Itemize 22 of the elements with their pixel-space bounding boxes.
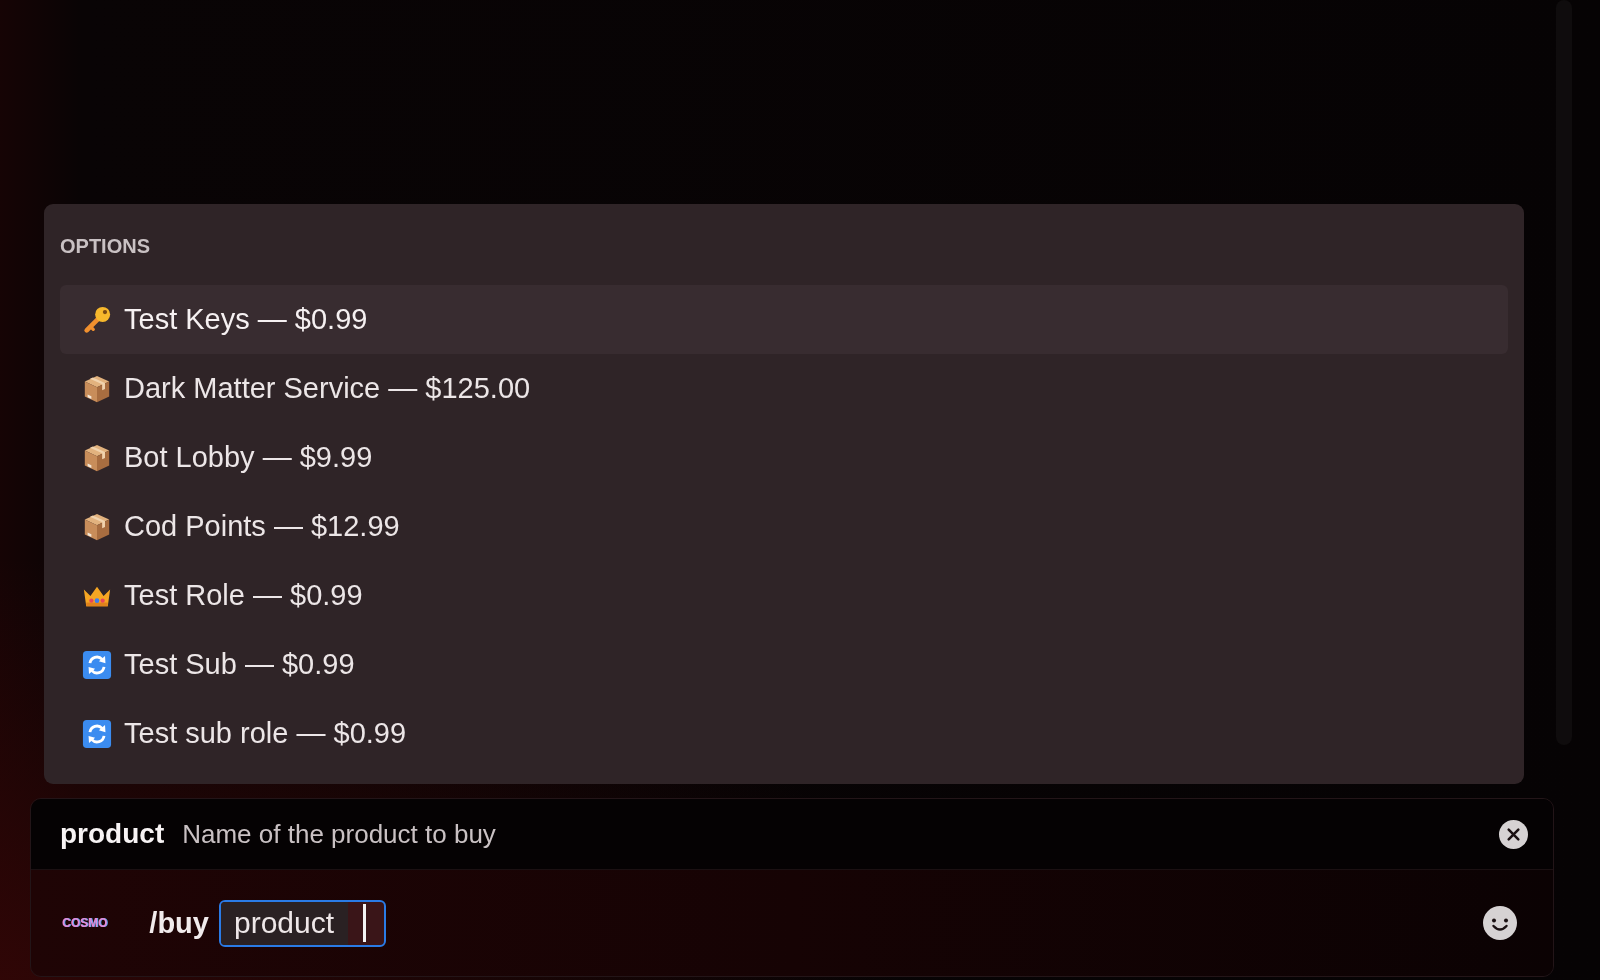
option-item[interactable]: Test Keys — $0.99	[60, 285, 1508, 354]
options-heading: OPTIONS	[60, 234, 150, 258]
option-item[interactable]: Test Sub — $0.99	[60, 630, 1508, 699]
package-icon	[82, 373, 112, 404]
option-input-field[interactable]: product	[218, 899, 386, 947]
option-item[interactable]: Test sub role — $0.99	[60, 699, 1508, 768]
key-icon	[82, 304, 112, 335]
package-icon	[82, 442, 112, 473]
package-icon	[82, 511, 112, 542]
refresh-arrows-icon	[82, 649, 112, 680]
refresh-arrows-icon	[82, 718, 112, 749]
smiley-emoji-icon[interactable]	[1483, 906, 1517, 940]
option-description: Name of the product to buy	[182, 818, 496, 850]
close-icon[interactable]	[1499, 819, 1528, 849]
option-item[interactable]: Dark Matter Service — $125.00	[60, 354, 1508, 423]
command-name: /buy	[149, 906, 209, 940]
app-logo: COSMO	[62, 915, 108, 931]
option-item[interactable]: Test Role — $0.99	[60, 561, 1508, 630]
option-item[interactable]: Bot Lobby — $9.99	[60, 423, 1508, 492]
text-caret	[363, 904, 367, 942]
option-name: product	[60, 818, 165, 850]
option-item[interactable]: Cod Points — $12.99	[60, 492, 1508, 561]
